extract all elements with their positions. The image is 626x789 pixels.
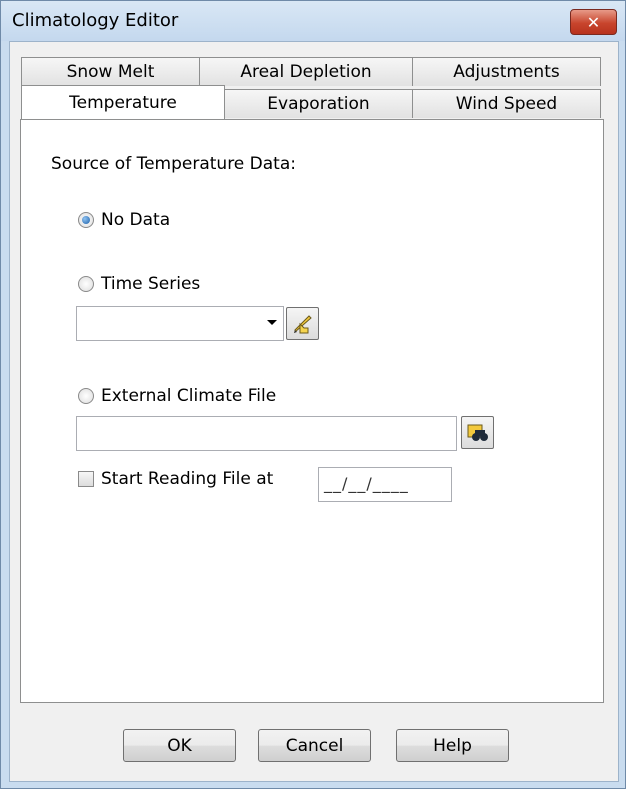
source-label: Source of Temperature Data: (51, 154, 296, 174)
window-title: Climatology Editor (12, 10, 179, 31)
time-series-label[interactable]: Time Series (101, 274, 200, 294)
no-data-label[interactable]: No Data (101, 210, 170, 230)
climatology-editor-window: Climatology Editor ✕ Snow Melt Areal Dep… (0, 0, 626, 789)
ok-button[interactable]: OK (123, 729, 236, 762)
temperature-tab-panel: Source of Temperature Data: No Data Time… (20, 119, 604, 703)
tab-label: Temperature (69, 92, 177, 113)
no-data-radio[interactable] (78, 212, 94, 228)
start-reading-checkbox[interactable] (78, 471, 94, 487)
close-button[interactable]: ✕ (570, 9, 617, 35)
time-series-radio[interactable] (78, 276, 94, 292)
chevron-down-icon (267, 320, 277, 325)
tab-wind-speed[interactable]: Wind Speed (412, 89, 601, 118)
pencil-edit-icon (293, 314, 312, 333)
dialog-client-area: Snow Melt Areal Depletion Adjustments Te… (9, 41, 619, 782)
edit-time-series-button[interactable] (286, 307, 319, 340)
start-date-value: __/__/____ (324, 474, 409, 493)
tab-label: Adjustments (453, 62, 560, 82)
tab-evaporation[interactable]: Evaporation (224, 89, 413, 118)
start-reading-label[interactable]: Start Reading File at (101, 469, 273, 489)
help-button[interactable]: Help (396, 729, 509, 762)
binoculars-browse-icon (467, 424, 488, 441)
tab-label: Snow Melt (66, 62, 155, 82)
tab-adjustments[interactable]: Adjustments (412, 57, 601, 86)
cancel-label: Cancel (285, 735, 344, 756)
external-file-input[interactable] (76, 416, 457, 451)
ok-label: OK (167, 735, 192, 756)
start-date-input[interactable]: __/__/____ (318, 467, 452, 502)
browse-file-button[interactable] (461, 416, 494, 449)
external-file-label[interactable]: External Climate File (101, 386, 276, 406)
title-bar: Climatology Editor ✕ (1, 1, 625, 41)
tab-temperature[interactable]: Temperature (21, 85, 225, 119)
tab-label: Wind Speed (455, 94, 558, 114)
close-icon: ✕ (586, 12, 601, 32)
cancel-button[interactable]: Cancel (258, 729, 371, 762)
tab-snow-melt[interactable]: Snow Melt (21, 57, 200, 86)
tab-label: Evaporation (267, 94, 370, 114)
tab-areal-depletion[interactable]: Areal Depletion (199, 57, 413, 86)
help-label: Help (433, 735, 472, 756)
external-file-radio[interactable] (78, 388, 94, 404)
tab-label: Areal Depletion (240, 62, 372, 82)
time-series-select[interactable] (76, 306, 284, 341)
